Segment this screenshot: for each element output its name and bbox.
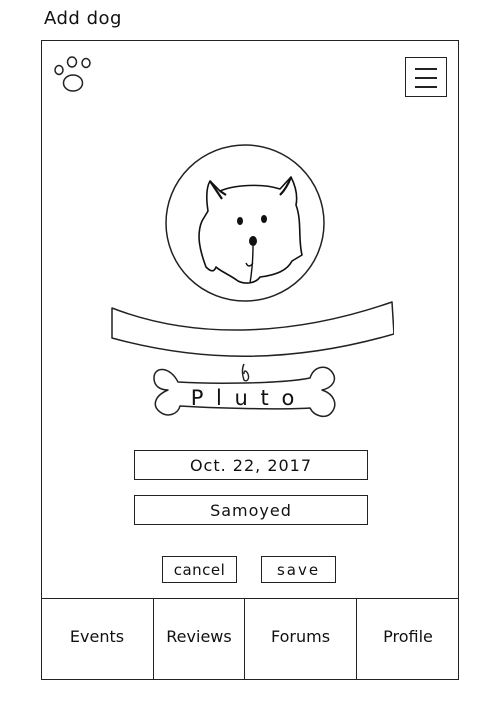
dog-photo-button[interactable] xyxy=(164,143,326,303)
menu-button[interactable] xyxy=(405,57,447,97)
nav-item-events[interactable]: Events xyxy=(41,599,154,680)
bottom-nav: Events Reviews Forums Profile xyxy=(41,598,459,680)
breed-field[interactable] xyxy=(134,495,368,525)
dog-face-icon xyxy=(198,176,303,284)
menu-line xyxy=(415,86,437,88)
nav-item-profile[interactable]: Profile xyxy=(357,599,459,680)
paw-print-icon xyxy=(54,56,91,92)
save-button[interactable]: save xyxy=(261,556,336,583)
menu-line xyxy=(415,77,437,79)
hamburger-menu-icon xyxy=(415,68,437,70)
nav-item-reviews[interactable]: Reviews xyxy=(154,599,245,680)
screen-title: Add dog xyxy=(44,8,122,29)
nav-item-forums[interactable]: Forums xyxy=(245,599,357,680)
name-banner xyxy=(111,301,394,357)
cancel-button[interactable]: cancel xyxy=(162,556,237,583)
birthdate-field[interactable] xyxy=(134,450,368,480)
dog-name-input[interactable] xyxy=(150,386,338,410)
